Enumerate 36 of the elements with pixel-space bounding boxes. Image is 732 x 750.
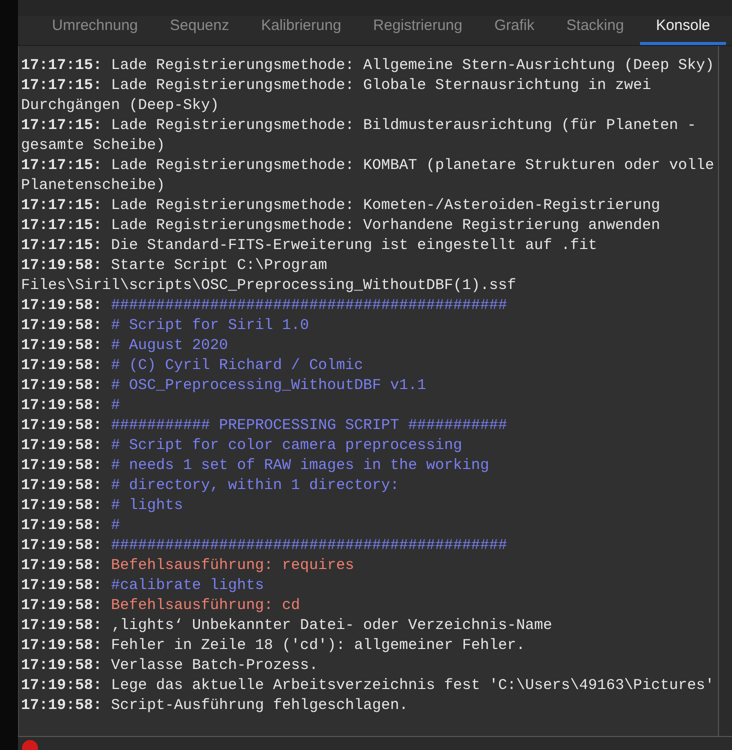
log-line: 17:19:58: Starte Script C:\Program Files\Siril\scripts\OSC_Preprocessing_WithoutDBF(1).ssf	[21, 256, 518, 296]
log-line: 17:19:58: #	[21, 516, 122, 536]
tab[interactable]: Registrierung	[357, 12, 478, 45]
log-line: 17:19:58: Fehler in Zeile 18 ('cd'): allgemeiner Fehler.	[21, 636, 526, 656]
log-line: 17:19:58: Verlasse Batch-Prozess.	[21, 656, 320, 676]
record-icon[interactable]	[22, 740, 38, 750]
log-line: 17:17:15: Lade Registrierungsmethode: Bildmusterausrichtung (für Planeten - gesamte Scheibe)	[21, 116, 698, 156]
tab[interactable]: Sequenz	[154, 12, 246, 45]
log-line: 17:19:58: # lights	[21, 496, 184, 516]
log-line: 17:19:58: ############################################	[21, 536, 508, 556]
log-line: 17:19:58: #	[21, 396, 122, 416]
log-line: 17:17:15: Lade Registrierungsmethode: Globale Sternausrichtung in zwei Durchgängen (Deep-Sky)	[21, 76, 652, 116]
log-line: 17:19:58: # directory, within 1 directory:	[21, 476, 400, 496]
log-line: 17:19:58: ########### PREPROCESSING SCRIPT ###########	[21, 416, 508, 436]
log-line: 17:19:58: Befehlsausführung: requires	[21, 556, 356, 576]
tab[interactable]: Grafik	[478, 12, 550, 45]
log-line: 17:19:58: # Script for Siril 1.0	[21, 316, 310, 336]
log-line: 17:17:15: Lade Registrierungsmethode: KOMBAT (planetare Strukturen oder volle Planetenscheibe)	[21, 156, 716, 196]
tab[interactable]: Kalibrierung	[245, 12, 358, 45]
log-line: 17:19:58: # OSC_Preprocessing_WithoutDBF v1.1	[21, 376, 428, 396]
log-line: 17:19:58: ############################################	[21, 296, 508, 316]
log-line: 17:19:58: #calibrate lights	[21, 576, 266, 596]
tab[interactable]: Umrechnung	[36, 12, 154, 45]
log-line: 17:17:15: Lade Registrierungsmethode: Vorhandene Registrierung anwenden	[21, 216, 662, 236]
log-line: 17:19:58: # August 2020	[21, 336, 230, 356]
log-line: 17:19:58: # (C) Cyril Richard / Colmic	[21, 356, 364, 376]
log-line: 17:17:15: Lade Registrierungsmethode: Allgemeine Stern-Ausrichtung (Deep Sky)	[21, 56, 716, 76]
log-line: 17:19:58: Befehlsausführung: cd	[21, 596, 302, 616]
log-line: 17:17:15: Die Standard-FITS-Erweiterung ist eingestellt auf .fit	[21, 236, 598, 256]
log-line: 17:19:58: # needs 1 set of RAW images in the working	[21, 456, 490, 476]
log-line: 17:19:58: ‚lights‘ Unbekannter Datei- oder Verzeichnis-Name	[21, 616, 554, 636]
log-line: 17:19:58: # Script for color camera preprocessing	[21, 436, 464, 456]
log-line: 17:19:58: Script-Ausführung fehlgeschlagen.	[21, 696, 410, 716]
log-line: 17:19:58: Lege das aktuelle Arbeitsverzeichnis fest 'C:\Users\49163\Pictures'	[21, 676, 716, 696]
tab[interactable]: Stacking	[550, 12, 640, 45]
log-line: 17:17:15: Lade Registrierungsmethode: Kometen-/Asteroiden-Registrierung	[21, 196, 662, 216]
